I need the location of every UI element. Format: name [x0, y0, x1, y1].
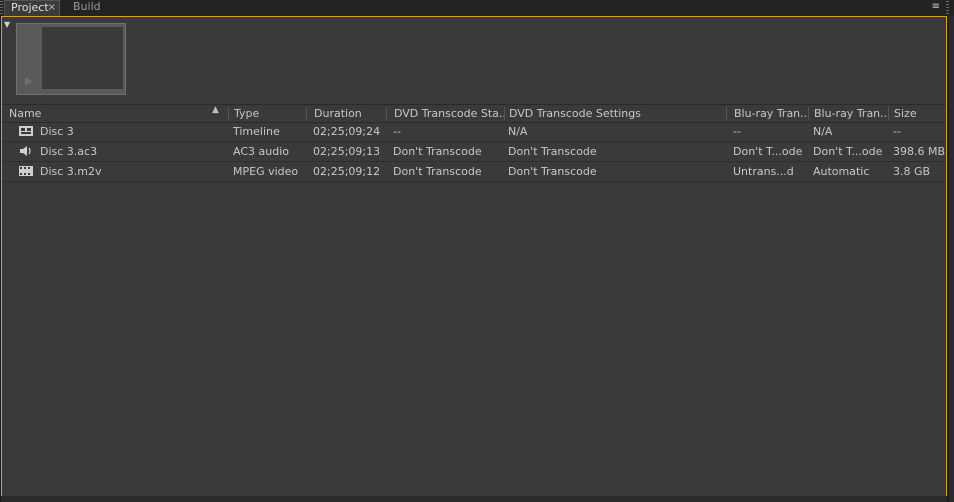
col-bluray-transcode-status[interactable]: Blu-ray Tran...	[734, 105, 808, 122]
col-dvd-transcode-settings[interactable]: DVD Transcode Settings	[509, 105, 719, 122]
tab-project[interactable]: Project ×	[4, 0, 60, 16]
row-type: Timeline	[233, 125, 280, 138]
bottom-toolbar	[1, 496, 947, 502]
row-dvd-status: --	[393, 125, 401, 138]
row-name: Disc 3	[40, 125, 74, 138]
row-name: Disc 3.ac3	[40, 145, 98, 158]
grip-handle-right[interactable]	[946, 1, 949, 14]
column-separator[interactable]	[306, 107, 307, 120]
sort-ascending-icon[interactable]: ▲	[212, 105, 219, 115]
column-header-row: Name ▲ Type Duration DVD Transcode Sta..…	[2, 104, 946, 123]
grip-handle[interactable]	[0, 1, 3, 14]
row-duration: 02;25;09;24	[313, 125, 381, 138]
audio-icon	[19, 145, 33, 157]
row-type: MPEG video	[233, 165, 299, 178]
col-type[interactable]: Type	[234, 105, 304, 122]
row-bluray-settings: Don't T...ode	[813, 145, 883, 158]
column-separator[interactable]	[386, 107, 387, 120]
row-size: 3.8 GB	[893, 165, 931, 178]
panel-menu-icon[interactable]: ≡	[932, 1, 940, 12]
close-tab-icon[interactable]: ×	[48, 1, 56, 15]
column-separator[interactable]	[228, 107, 229, 120]
column-separator[interactable]	[888, 107, 889, 120]
collapse-triangle-icon[interactable]: ▼	[4, 20, 10, 29]
row-dvd-settings: Don't Transcode	[508, 165, 597, 178]
thumbnail-frame	[42, 27, 123, 89]
preview-thumbnail[interactable]: ▶	[16, 23, 126, 95]
col-dvd-transcode-status[interactable]: DVD Transcode Sta...	[394, 105, 504, 122]
tab-project-label: Project	[11, 1, 49, 14]
row-duration: 02;25;09;12	[313, 165, 381, 178]
row-duration: 02;25;09;13	[313, 145, 381, 158]
table-row[interactable]: Disc 3 Timeline 02;25;09;24 -- N/A -- N/…	[2, 122, 946, 142]
timeline-icon	[19, 125, 33, 137]
panel-tab-bar: Project × Build ≡	[0, 0, 954, 16]
col-name[interactable]: Name	[9, 105, 209, 122]
row-dvd-status: Don't Transcode	[393, 145, 482, 158]
col-size[interactable]: Size	[894, 105, 944, 122]
table-row[interactable]: Disc 3.ac3 AC3 audio 02;25;09;13 Don't T…	[2, 142, 946, 162]
row-bluray-settings: N/A	[813, 125, 833, 138]
row-dvd-status: Don't Transcode	[393, 165, 482, 178]
row-dvd-settings: Don't Transcode	[508, 145, 597, 158]
row-size: --	[893, 125, 901, 138]
row-size: 398.6 MB	[893, 145, 945, 158]
tab-build-label: Build	[73, 0, 101, 13]
row-bluray-status: --	[733, 125, 741, 138]
right-scrollbar[interactable]	[949, 16, 954, 502]
row-bluray-status: Don't T...ode	[733, 145, 803, 158]
project-panel: ▼ ▶ Name ▲ Type Duration DVD Transcode S…	[1, 16, 947, 502]
column-separator[interactable]	[726, 107, 727, 120]
play-icon[interactable]: ▶	[25, 76, 33, 87]
tab-build[interactable]: Build	[64, 0, 112, 16]
table-row[interactable]: Disc 3.m2v MPEG video 02;25;09;12 Don't …	[2, 162, 946, 182]
row-type: AC3 audio	[233, 145, 289, 158]
column-separator[interactable]	[504, 107, 505, 120]
video-icon	[19, 165, 33, 177]
column-separator[interactable]	[808, 107, 809, 120]
row-dvd-settings: N/A	[508, 125, 528, 138]
row-bluray-settings: Automatic	[813, 165, 870, 178]
row-bluray-status: Untrans...d	[733, 165, 794, 178]
col-bluray-transcode-settings[interactable]: Blu-ray Tran...	[814, 105, 888, 122]
row-name: Disc 3.m2v	[40, 165, 102, 178]
col-duration[interactable]: Duration	[314, 105, 384, 122]
